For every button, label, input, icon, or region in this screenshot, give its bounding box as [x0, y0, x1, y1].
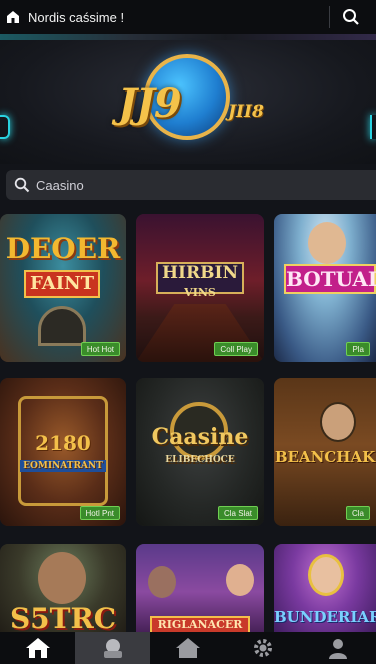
neon-decoration: [370, 115, 376, 139]
castle-arch: [38, 306, 86, 346]
search-icon[interactable]: [340, 6, 362, 28]
house-icon: [176, 638, 200, 658]
home-icon: [25, 638, 50, 658]
game-title: BUNDERIAR: [274, 608, 376, 626]
game-badge: Pla: [346, 342, 370, 356]
slot-icon: [103, 639, 122, 658]
game-card[interactable]: RIGLANACER: [136, 544, 264, 640]
game-title: BOTUAL: [284, 264, 376, 294]
neon-decoration: [0, 115, 10, 139]
game-badge: Coll Play: [214, 342, 258, 356]
logo-sub: JII8: [228, 102, 264, 122]
game-card[interactable]: HIRBIN VINS Coll Play: [136, 214, 264, 362]
game-card[interactable]: BOTUAL Pla: [274, 214, 376, 362]
search-icon: [14, 177, 30, 193]
game-badge: Cla Slat: [217, 506, 258, 520]
character-face: [226, 564, 254, 596]
game-title: HIRBIN VINS: [156, 262, 244, 299]
game-title: BEANCHAK: [274, 448, 376, 466]
search-bar[interactable]: [6, 170, 376, 200]
game-subtitle: FAINT: [24, 270, 100, 298]
game-card[interactable]: 2180 EOMINATRANT Hotl Pnt: [0, 378, 126, 526]
character-face: [148, 566, 176, 598]
character-face: [308, 222, 346, 264]
gear-icon: [254, 639, 273, 657]
nav-slots[interactable]: [75, 632, 151, 664]
character-face: [320, 402, 356, 442]
character-face: [38, 552, 86, 604]
nav-house[interactable]: [150, 632, 225, 664]
game-title: 2180 EOMINATRANT: [16, 433, 110, 475]
bottom-nav: [0, 632, 376, 664]
game-title: Caasine ELIBECHOCE: [151, 424, 249, 465]
game-card[interactable]: Caasine ELIBECHOCE Cla Slat: [136, 378, 264, 526]
nav-home[interactable]: [0, 632, 75, 664]
game-card[interactable]: S5TRC: [0, 544, 126, 640]
game-card[interactable]: DEOER FAINT Hot Hot: [0, 214, 126, 362]
home-icon[interactable]: [2, 10, 24, 24]
top-bar: Nordis caśsime !: [0, 0, 376, 34]
nav-profile[interactable]: [301, 632, 376, 664]
topbar-divider: [329, 6, 330, 28]
nav-settings[interactable]: [226, 632, 301, 664]
game-badge: Hot Hot: [80, 342, 120, 356]
profile-icon: [329, 639, 348, 659]
app-title: Nordis caśsime !: [28, 9, 125, 25]
character-face: [308, 554, 344, 596]
game-badge: Cla: [345, 506, 370, 520]
search-input[interactable]: [36, 177, 336, 193]
game-badge: Hotl Pnt: [79, 506, 120, 520]
game-title: S5TRC: [9, 602, 117, 635]
game-card[interactable]: BUNDERIAR: [274, 544, 376, 640]
game-title: DEOER: [5, 232, 121, 265]
hero-banner: JJ9 JII8: [0, 40, 376, 164]
logo-main: JJ9: [118, 80, 182, 127]
game-card[interactable]: BEANCHAK Cla: [274, 378, 376, 526]
